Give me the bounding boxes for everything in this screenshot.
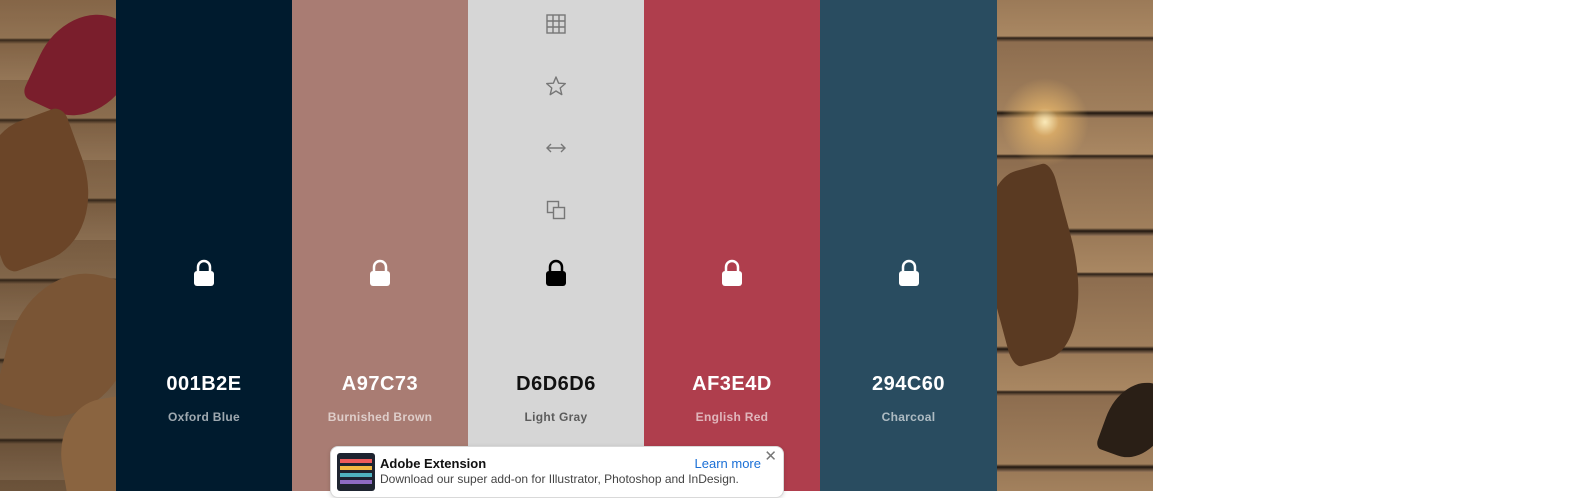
background-photo-left	[0, 0, 116, 491]
color-name: Charcoal	[881, 410, 936, 424]
color-hex-code[interactable]: D6D6D6	[468, 373, 644, 396]
color-swatch[interactable]: A97C73 Burnished Brown	[292, 0, 468, 491]
lock-icon[interactable]	[368, 259, 392, 287]
ad-title: Adobe Extension	[380, 456, 487, 471]
view-shades-icon[interactable]	[544, 12, 568, 36]
color-swatch[interactable]: D6D6D6 Light Gray	[468, 0, 644, 491]
color-hex-code[interactable]: 001B2E	[116, 373, 292, 396]
color-swatch[interactable]: 001B2E Oxford Blue	[116, 0, 292, 491]
drag-icon[interactable]	[544, 136, 568, 160]
adobe-extension-banner[interactable]: Adobe Extension Download our super add-o…	[330, 446, 784, 498]
lock-icon[interactable]	[720, 259, 744, 287]
copy-hex-icon[interactable]	[544, 198, 568, 222]
background-photo-right	[997, 0, 1153, 491]
color-name: Burnished Brown	[327, 410, 433, 424]
color-swatch[interactable]: AF3E4D English Red	[644, 0, 820, 491]
leaf-decoration	[997, 161, 1101, 369]
lock-icon[interactable]	[192, 259, 216, 287]
save-color-icon[interactable]	[544, 74, 568, 98]
extension-thumbnail	[337, 453, 375, 491]
close-icon[interactable]: ✕	[764, 449, 777, 465]
lock-icon[interactable]	[897, 259, 921, 287]
learn-more-link[interactable]: Learn more	[695, 456, 761, 471]
color-hex-code[interactable]: AF3E4D	[644, 373, 820, 396]
swatch-tools	[468, 12, 644, 260]
ad-description: Download our super add-on for Illustrato…	[380, 472, 739, 486]
leaf-decoration	[1095, 372, 1153, 468]
leaf-decoration	[0, 105, 111, 275]
color-name: Oxford Blue	[168, 410, 240, 424]
color-hex-code[interactable]: A97C73	[292, 373, 468, 396]
color-swatch[interactable]: 294C60 Charcoal	[820, 0, 997, 491]
lock-icon[interactable]	[544, 259, 568, 287]
color-name: Light Gray	[524, 410, 588, 424]
leaf-decoration	[20, 0, 116, 134]
color-hex-code[interactable]: 294C60	[820, 373, 997, 396]
color-name: English Red	[695, 410, 769, 424]
color-palette: 001B2E Oxford Blue A97C73 Burnished Brow…	[116, 0, 997, 491]
